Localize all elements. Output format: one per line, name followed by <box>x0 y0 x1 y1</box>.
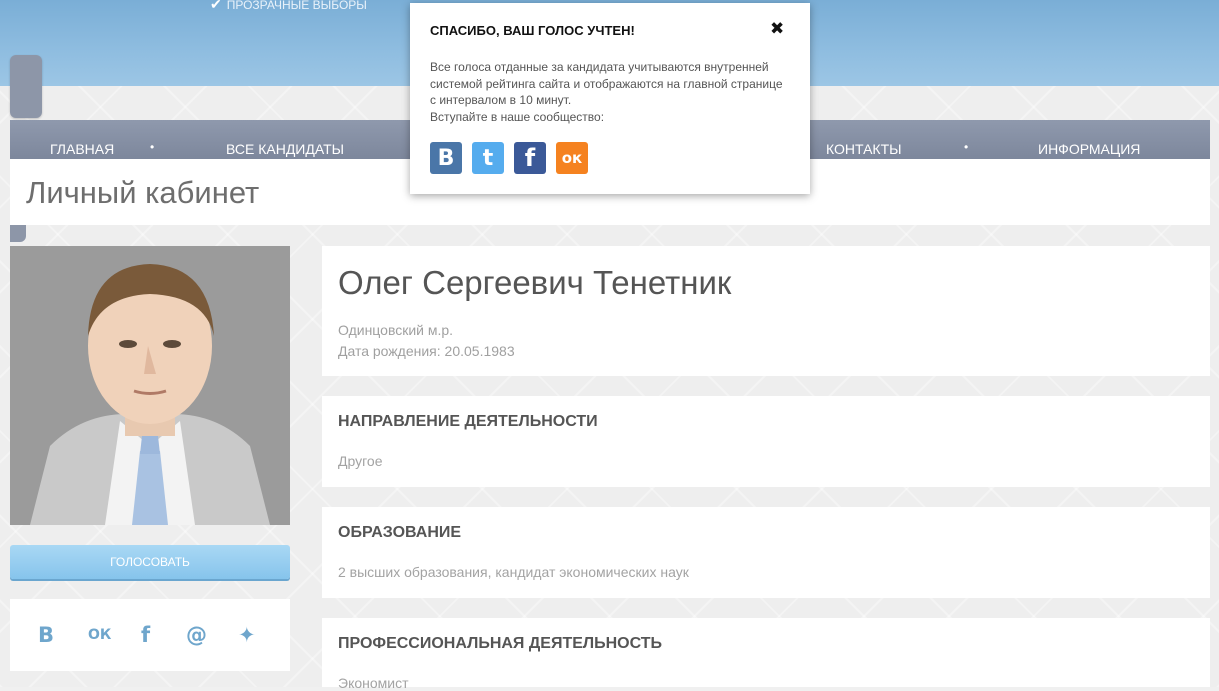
section-text: Экономист <box>338 675 409 691</box>
candidate-photo <box>10 246 290 525</box>
odnoklassniki-icon[interactable]: ок <box>556 142 588 174</box>
section-education: ОБРАЗОВАНИЕ 2 высших образования, кандид… <box>322 507 1210 598</box>
section-title: НАПРАВЛЕНИЕ ДЕЯТЕЛЬНОСТИ <box>338 413 598 430</box>
facebook-icon[interactable]: f <box>514 142 546 174</box>
nav-information[interactable]: ИНФОРМАЦИЯ <box>1038 141 1140 157</box>
portrait-illustration <box>10 246 290 525</box>
vote-button[interactable]: ГОЛОСОВАТЬ <box>10 545 290 579</box>
nav-home[interactable]: ГЛАВНАЯ <box>50 141 114 157</box>
popup-title: СПАСИБО, ВАШ ГОЛОС УЧТЕН! <box>430 23 635 38</box>
corner-tab <box>10 225 26 242</box>
section-text: 2 высших образования, кандидат экономиче… <box>338 564 689 580</box>
vk-icon[interactable]: В <box>38 623 54 647</box>
popup-join-text: Вступайте в наше сообщество: <box>430 109 605 124</box>
twitter-icon[interactable]: ✦ <box>238 623 256 647</box>
section-profession: ПРОФЕССИОНАЛЬНАЯ ДЕЯТЕЛЬНОСТЬ Экономист <box>322 618 1210 691</box>
share-box: В ОК f @ ✦ <box>10 599 290 671</box>
section-title: ОБРАЗОВАНИЕ <box>338 524 462 541</box>
page-title: Личный кабинет <box>26 175 260 210</box>
slogan-text: ПРОЗРАЧНЫЕ ВЫБОРЫ <box>226 0 367 12</box>
facebook-icon[interactable]: f <box>141 623 150 647</box>
popup-message: Все голоса отданные за кандидата учитыва… <box>430 60 783 107</box>
twitter-icon[interactable]: t <box>472 142 504 174</box>
close-icon[interactable]: ✖ <box>770 19 784 39</box>
section-text: Другое <box>338 453 383 469</box>
candidate-birth-date: Дата рождения: 20.05.1983 <box>338 343 515 359</box>
odnoklassniki-icon[interactable]: ОК <box>88 627 111 643</box>
section-activity: НАПРАВЛЕНИЕ ДЕЯТЕЛЬНОСТИ Другое <box>322 396 1210 487</box>
mail-icon[interactable]: @ <box>186 623 207 647</box>
profile-card: Олег Сергеевич Тенетник Одинцовский м.р.… <box>322 246 1210 376</box>
vote-confirmation-popup: СПАСИБО, ВАШ ГОЛОС УЧТЕН! ✖ Все голоса о… <box>410 3 810 194</box>
nav-separator: • <box>964 140 969 154</box>
section-title: ПРОФЕССИОНАЛЬНАЯ ДЕЯТЕЛЬНОСТЬ <box>338 635 663 652</box>
side-tab[interactable] <box>10 55 42 118</box>
nav-separator: • <box>150 140 155 154</box>
candidate-name: Олег Сергеевич Тенетник <box>338 264 732 301</box>
nav-all-candidates[interactable]: ВСЕ КАНДИДАТЫ <box>226 141 344 157</box>
check-icon: ✔ <box>210 0 222 12</box>
candidate-region: Одинцовский м.р. <box>338 322 454 338</box>
vk-icon[interactable]: В <box>430 142 462 174</box>
popup-body: Все голоса отданные за кандидата учитыва… <box>430 59 790 125</box>
slogan: ✔ ПРОЗРАЧНЫЕ ВЫБОРЫ <box>210 0 367 13</box>
nav-contacts[interactable]: КОНТАКТЫ <box>826 141 902 157</box>
